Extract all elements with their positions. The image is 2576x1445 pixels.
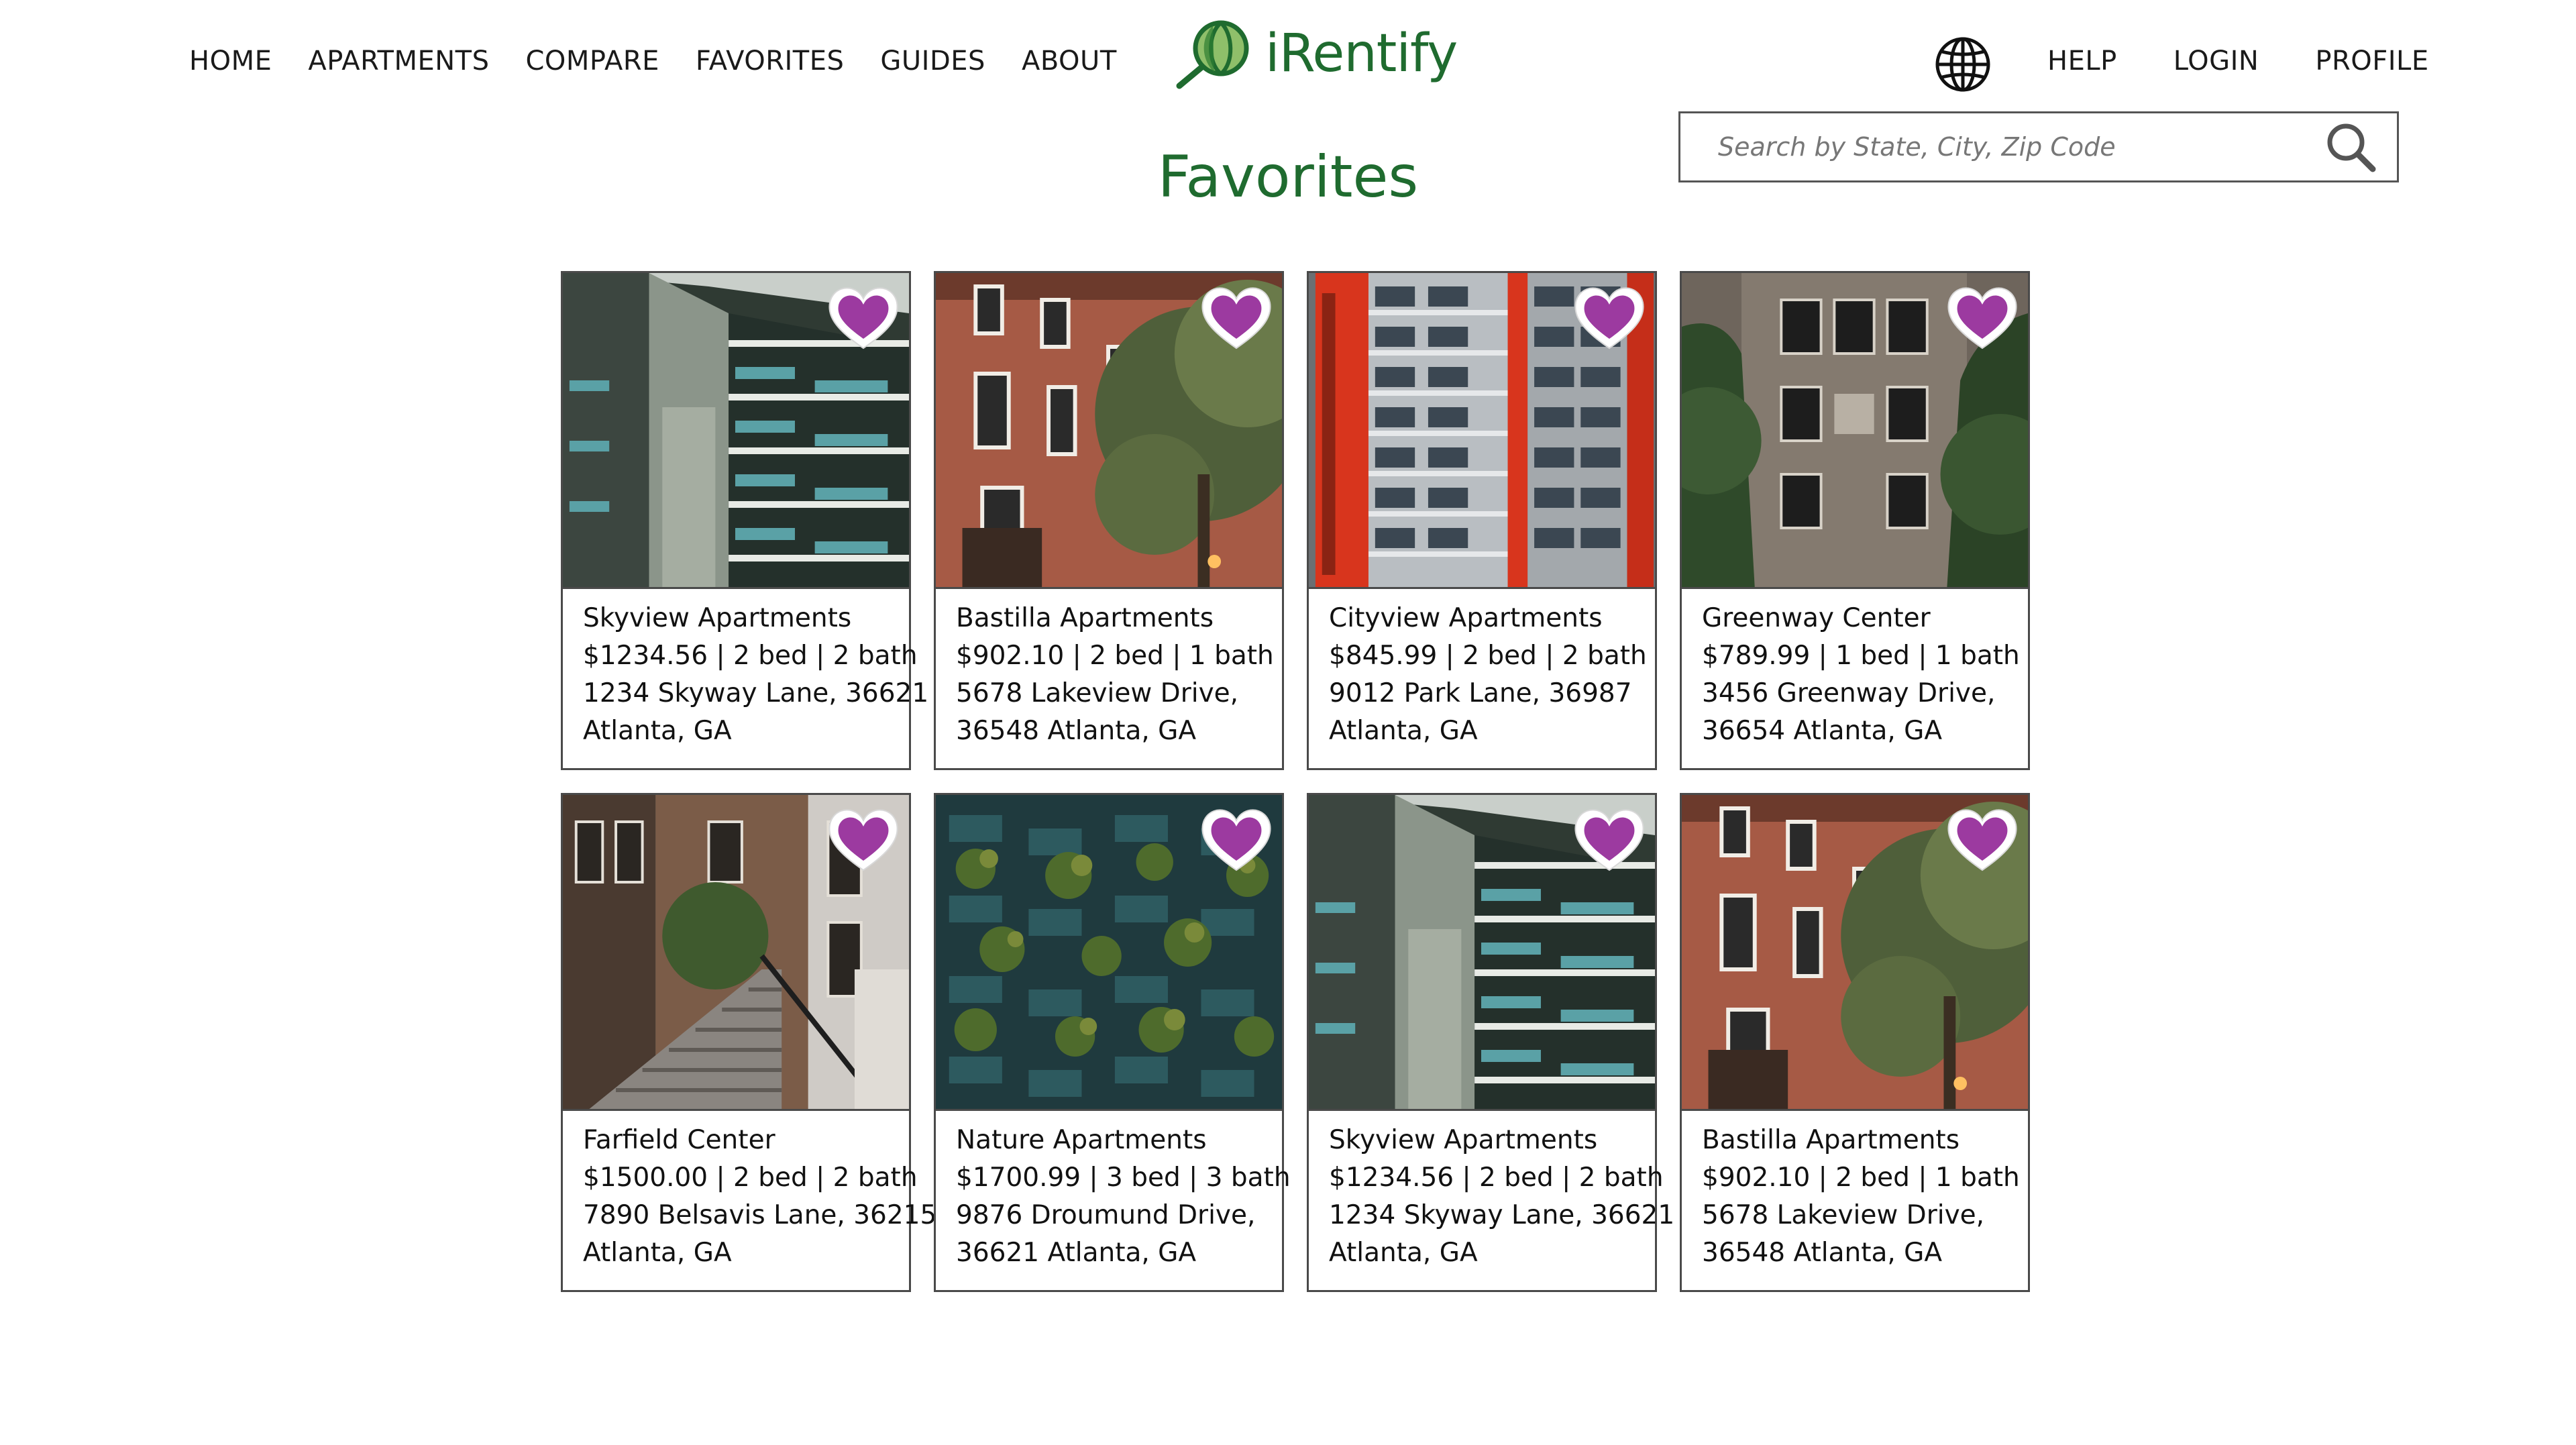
listing-city: Atlanta, GA: [583, 716, 732, 746]
nav-help-link[interactable]: HELP: [2047, 46, 2117, 76]
listing-photo: [936, 273, 1282, 589]
listing-city: Atlanta, GA: [1329, 1238, 1478, 1268]
favorite-heart-icon[interactable]: [1943, 281, 2021, 355]
listing-address: 3456 Greenway Drive,: [1702, 678, 1996, 708]
listing-details: $789.99 | 1 bed | 1 bath: [1702, 641, 2020, 671]
nav-compare-link[interactable]: COMPARE: [526, 46, 659, 76]
listing-info: Farfield Center $1500.00 | 2 bed | 2 bat…: [563, 1111, 937, 1272]
brand-name: iRentify: [1265, 23, 1458, 84]
listing-photo: [1309, 273, 1655, 589]
listing-details: $1500.00 | 2 bed | 2 bath: [583, 1163, 918, 1193]
listing-address: 1234 Skyway Lane, 36621: [1329, 1200, 1675, 1230]
listing-card[interactable]: Cityview Apartments $845.99 | 2 bed | 2 …: [1307, 271, 1657, 770]
listing-city: 36548 Atlanta, GA: [1702, 1238, 1943, 1268]
listing-info: Nature Apartments $1700.99 | 3 bed | 3 b…: [936, 1111, 1291, 1272]
listing-card[interactable]: Farfield Center $1500.00 | 2 bed | 2 bat…: [561, 793, 937, 1292]
listing-card[interactable]: Greenway Center $789.99 | 1 bed | 1 bath…: [1680, 271, 2030, 770]
listing-address: 9012 Park Lane, 36987: [1329, 678, 1632, 708]
listing-info: Cityview Apartments $845.99 | 2 bed | 2 …: [1309, 589, 1655, 750]
listing-info: Bastilla Apartments $902.10 | 2 bed | 1 …: [1682, 1111, 2028, 1272]
favorite-heart-icon[interactable]: [824, 803, 902, 877]
listing-details: $845.99 | 2 bed | 2 bath: [1329, 641, 1647, 671]
account-nav: HELP LOGIN PROFILE: [2047, 46, 2429, 76]
listing-address: 5678 Lakeview Drive,: [956, 678, 1239, 708]
nav-profile-link[interactable]: PROFILE: [2315, 46, 2428, 76]
listing-name: Nature Apartments: [956, 1125, 1207, 1155]
listing-name: Greenway Center: [1702, 603, 1931, 633]
listing-photo: [1682, 795, 2028, 1111]
favorite-heart-icon[interactable]: [1943, 803, 2021, 877]
listing-details: $1234.56 | 2 bed | 2 bath: [1329, 1163, 1664, 1193]
nav-apartments-link[interactable]: APARTMENTS: [308, 46, 489, 76]
listing-card[interactable]: Skyview Apartments $1234.56 | 2 bed | 2 …: [1307, 793, 1675, 1292]
listing-name: Bastilla Apartments: [956, 603, 1214, 633]
favorite-heart-icon[interactable]: [1197, 281, 1275, 355]
listing-photo: [563, 795, 909, 1111]
listing-info: Greenway Center $789.99 | 1 bed | 1 bath…: [1682, 589, 2028, 750]
listing-card[interactable]: Skyview Apartments $1234.56 | 2 bed | 2 …: [561, 271, 929, 770]
magnifier-globe-icon: [1176, 20, 1249, 89]
favorite-heart-icon[interactable]: [1570, 803, 1648, 877]
favorite-heart-icon[interactable]: [1197, 803, 1275, 877]
listing-address: 9876 Droumund Drive,: [956, 1200, 1256, 1230]
listing-address: 7890 Belsavis Lane, 36215: [583, 1200, 937, 1230]
listing-address: 1234 Skyway Lane, 36621: [583, 678, 929, 708]
favorite-heart-icon[interactable]: [824, 281, 902, 355]
listing-details: $1700.99 | 3 bed | 3 bath: [956, 1163, 1291, 1193]
listing-name: Bastilla Apartments: [1702, 1125, 1960, 1155]
listing-city: 36548 Atlanta, GA: [956, 716, 1197, 746]
listing-address: 5678 Lakeview Drive,: [1702, 1200, 1985, 1230]
listing-photo: [1682, 273, 2028, 589]
nav-login-link[interactable]: LOGIN: [2174, 46, 2259, 76]
listing-photo: [1309, 795, 1655, 1111]
listing-details: $902.10 | 2 bed | 1 bath: [1702, 1163, 2020, 1193]
nav-home-link[interactable]: HOME: [189, 46, 272, 76]
listing-city: Atlanta, GA: [1329, 716, 1478, 746]
globe-icon[interactable]: [1933, 35, 1992, 94]
main-nav: HOME APARTMENTS COMPARE FAVORITES GUIDES…: [189, 46, 1117, 76]
listing-info: Skyview Apartments $1234.56 | 2 bed | 2 …: [563, 589, 929, 750]
listing-card[interactable]: Nature Apartments $1700.99 | 3 bed | 3 b…: [934, 793, 1291, 1292]
nav-guides-link[interactable]: GUIDES: [880, 46, 985, 76]
listing-city: Atlanta, GA: [583, 1238, 732, 1268]
nav-favorites-link[interactable]: FAVORITES: [696, 46, 844, 76]
nav-about-link[interactable]: ABOUT: [1022, 46, 1117, 76]
listing-name: Skyview Apartments: [583, 603, 852, 633]
listing-photo: [563, 273, 909, 589]
listing-card[interactable]: Bastilla Apartments $902.10 | 2 bed | 1 …: [1680, 793, 2030, 1292]
listing-city: 36654 Atlanta, GA: [1702, 716, 1943, 746]
brand-logo[interactable]: iRentify: [1173, 13, 1458, 94]
listing-photo: [936, 795, 1282, 1111]
listing-name: Cityview Apartments: [1329, 603, 1603, 633]
favorite-heart-icon[interactable]: [1570, 281, 1648, 355]
listing-info: Bastilla Apartments $902.10 | 2 bed | 1 …: [936, 589, 1282, 750]
page-title: Favorites: [1157, 144, 1419, 211]
listing-name: Farfield Center: [583, 1125, 775, 1155]
listing-city: 36621 Atlanta, GA: [956, 1238, 1197, 1268]
listing-info: Skyview Apartments $1234.56 | 2 bed | 2 …: [1309, 1111, 1675, 1272]
listing-details: $1234.56 | 2 bed | 2 bath: [583, 641, 918, 671]
listing-name: Skyview Apartments: [1329, 1125, 1598, 1155]
listing-details: $902.10 | 2 bed | 1 bath: [956, 641, 1274, 671]
favorites-grid: Skyview Apartments $1234.56 | 2 bed | 2 …: [561, 271, 2030, 1292]
listing-card[interactable]: Bastilla Apartments $902.10 | 2 bed | 1 …: [934, 271, 1284, 770]
